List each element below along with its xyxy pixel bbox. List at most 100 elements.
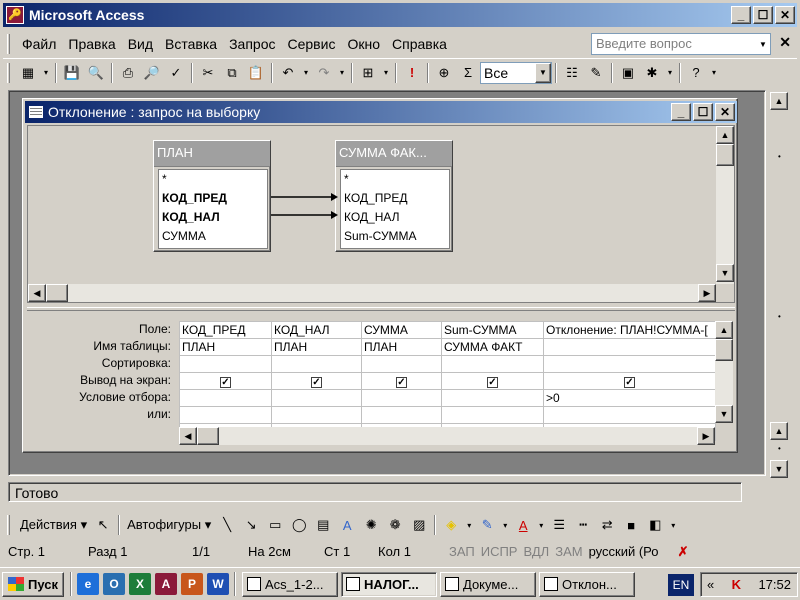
scroll-up-icon[interactable]: ▲ xyxy=(716,126,734,144)
status-trk[interactable]: ИСПР xyxy=(478,542,521,562)
maximize-button[interactable]: ☐ xyxy=(693,103,713,121)
chevron-down-icon[interactable]: ▼ xyxy=(535,62,551,83)
pane-splitter[interactable] xyxy=(27,307,735,311)
grid-cell[interactable] xyxy=(543,406,716,424)
scroll-down-icon[interactable]: ▼ xyxy=(715,405,733,423)
chevron-down-icon[interactable]: ▾ xyxy=(500,514,510,536)
kaspersky-icon[interactable]: K xyxy=(732,577,741,592)
chevron-down-icon[interactable]: ▾ xyxy=(381,62,391,84)
doc-close-icon[interactable]: ✕ xyxy=(779,34,791,51)
undo-icon[interactable]: ↶ xyxy=(277,62,299,84)
taskbar-task-acs[interactable]: Acs_1-2... xyxy=(242,571,338,597)
spelling-status-icon[interactable]: ✗ xyxy=(672,542,695,562)
arrow-icon[interactable]: ↘ xyxy=(240,514,262,536)
menu-help[interactable]: Справка xyxy=(386,36,453,52)
app-titlebar[interactable]: 🔑 Microsoft Access _ ☐ ✕ xyxy=(3,3,797,27)
diagram-icon[interactable]: ✺ xyxy=(360,514,382,536)
rectangle-icon[interactable]: ▭ xyxy=(264,514,286,536)
word-icon[interactable]: W xyxy=(207,573,229,595)
taskbar-task-document[interactable]: Докуме... xyxy=(440,571,536,597)
line-icon[interactable]: ╲ xyxy=(216,514,238,536)
maximize-button[interactable]: ☐ xyxy=(753,6,773,24)
status-ext[interactable]: ВДЛ xyxy=(520,542,552,562)
grid-cell[interactable] xyxy=(441,355,544,373)
scroll-up-icon[interactable]: ▲ xyxy=(715,321,733,339)
redo-icon[interactable]: ↷ xyxy=(313,62,335,84)
grid-cell[interactable]: ПЛАН xyxy=(179,338,272,356)
menu-insert[interactable]: Вставка xyxy=(159,36,223,52)
grid-cell[interactable] xyxy=(271,389,362,407)
chevron-down-icon[interactable]: ▾ xyxy=(464,514,474,536)
grid-cell[interactable] xyxy=(441,406,544,424)
internet-explorer-icon[interactable]: e xyxy=(77,573,99,595)
scroll-thumb[interactable] xyxy=(46,284,68,302)
access-icon[interactable]: A xyxy=(155,573,177,595)
line-style-icon[interactable]: ☰ xyxy=(548,514,570,536)
oval-icon[interactable]: ◯ xyxy=(288,514,310,536)
scroll-right-icon[interactable]: ▶ xyxy=(697,427,715,445)
scroll-thumb[interactable] xyxy=(197,427,219,445)
wordart-icon[interactable]: A xyxy=(336,514,358,536)
toolbar-grip[interactable] xyxy=(7,62,10,83)
scroll-left-icon[interactable]: ◀ xyxy=(179,427,197,445)
print-preview-icon[interactable]: 🔎 xyxy=(141,62,163,84)
menu-query[interactable]: Запрос xyxy=(223,36,281,52)
cut-icon[interactable]: ✂ xyxy=(197,62,219,84)
taskbar-task-deviation[interactable]: Отклон... xyxy=(539,571,635,597)
menu-tools[interactable]: Сервис xyxy=(282,36,342,52)
chevron-down-icon[interactable]: ▼ xyxy=(756,34,770,54)
outlook-icon[interactable]: O xyxy=(103,573,125,595)
grid-cell[interactable]: КОД_ПРЕД xyxy=(179,321,272,339)
scroll-up-icon[interactable]: ▲ xyxy=(770,92,788,110)
grid-hscroll[interactable]: ◀ ▶ xyxy=(179,427,715,445)
help-question-input[interactable]: Введите вопрос ▼ xyxy=(591,33,771,55)
run-icon[interactable]: ! xyxy=(401,62,423,84)
scroll-thumb[interactable] xyxy=(716,144,734,166)
chevron-down-icon[interactable]: ▾ xyxy=(41,62,51,84)
status-rec[interactable]: ЗАП xyxy=(446,542,478,562)
grid-cell[interactable]: КОД_НАЛ xyxy=(271,321,362,339)
grid-cell[interactable] xyxy=(361,406,442,424)
query-type-icon[interactable]: ⊞ xyxy=(357,62,379,84)
textbox-icon[interactable]: ▤ xyxy=(312,514,334,536)
grid-cell[interactable] xyxy=(441,389,544,407)
chevron-down-icon[interactable]: ▾ xyxy=(668,514,678,536)
properties-icon[interactable]: ☷ xyxy=(561,62,583,84)
grid-cell[interactable] xyxy=(543,338,716,356)
menu-edit[interactable]: Правка xyxy=(62,36,121,52)
search-icon[interactable]: 🔍 xyxy=(85,62,107,84)
grid-cell[interactable]: СУММА ФАКТ xyxy=(441,338,544,356)
autoshapes-menu[interactable]: Автофигуры ▾ xyxy=(123,517,215,533)
grid-cell[interactable]: Отклонение: ПЛАН!СУММА-[ xyxy=(543,321,716,339)
grid-cell[interactable] xyxy=(271,355,362,373)
grid-cell[interactable] xyxy=(361,355,442,373)
paste-icon[interactable]: 📋 xyxy=(245,62,267,84)
grid-cell[interactable]: ПЛАН xyxy=(271,338,362,356)
grid-cell[interactable] xyxy=(179,389,272,407)
show-table-icon[interactable]: ⊕ xyxy=(433,62,455,84)
mdi-vertical-scrollbar[interactable]: ▲ • • ▲ • ▼ xyxy=(770,92,798,482)
menu-window[interactable]: Окно xyxy=(341,36,386,52)
grid-cell[interactable]: Sum-СУММА xyxy=(441,321,544,339)
access-key-icon[interactable]: 🔑 xyxy=(6,6,24,24)
table-pane-vscroll[interactable]: ▲ ▼ xyxy=(716,126,734,284)
arrow-style-icon[interactable]: ⇄ xyxy=(596,514,618,536)
shadow-icon[interactable]: ■ xyxy=(620,514,642,536)
minimize-button[interactable]: _ xyxy=(671,103,691,121)
top-values-select[interactable]: Все ▼ xyxy=(480,61,552,84)
new-object-icon[interactable]: ✱ xyxy=(641,62,663,84)
grid-cell[interactable] xyxy=(271,406,362,424)
language-indicator[interactable]: EN xyxy=(668,574,694,596)
scroll-down-icon[interactable]: ▼ xyxy=(716,264,734,282)
start-button[interactable]: Пуск xyxy=(2,571,64,597)
view-grid-icon[interactable]: ▦ xyxy=(17,62,39,84)
show-checkbox[interactable]: ✓ xyxy=(220,377,231,388)
grid-cell[interactable]: ПЛАН xyxy=(361,338,442,356)
grid-cell[interactable]: >0 xyxy=(543,389,716,407)
show-checkbox[interactable]: ✓ xyxy=(624,377,635,388)
build-icon[interactable]: ✎ xyxy=(585,62,607,84)
picture-icon[interactable]: ▨ xyxy=(408,514,430,536)
scroll-left-icon[interactable]: ◀ xyxy=(28,284,46,302)
select-pointer-icon[interactable]: ↖ xyxy=(92,514,114,536)
powerpoint-icon[interactable]: P xyxy=(181,573,203,595)
